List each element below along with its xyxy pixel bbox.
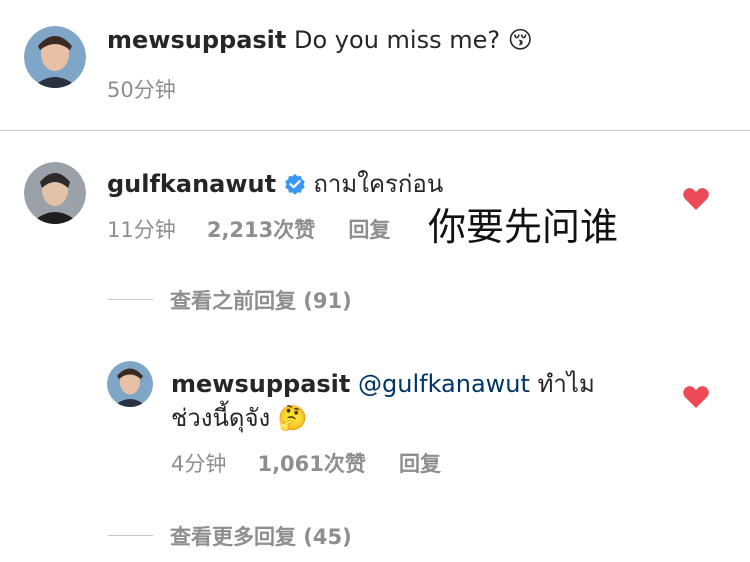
reply-text-1: ทำไม: [537, 370, 595, 398]
reply-time: 4分钟: [171, 452, 227, 476]
comment-username[interactable]: gulfkanawut: [107, 170, 276, 198]
like-heart-icon[interactable]: [682, 186, 710, 212]
caption-avatar[interactable]: [24, 26, 86, 88]
verified-badge-icon: [284, 173, 306, 201]
comment-meta: 11分钟 2,213次赞 回复: [107, 214, 390, 244]
reply-username[interactable]: mewsuppasit: [171, 370, 350, 398]
more-replies-divider-line: [108, 535, 153, 536]
kissing-face-emoji: 😚: [507, 26, 533, 54]
reply-line-2: ช่วงนี้ดุจัง 🤔: [171, 398, 308, 437]
reply-text-2: ช่วงนี้ดุจัง: [171, 404, 271, 432]
comment-line: gulfkanawut ถามใครก่อน: [107, 164, 443, 203]
reply-likes[interactable]: 1,061次赞: [257, 452, 365, 476]
reply-reply-button[interactable]: 回复: [399, 452, 441, 476]
comment-time: 11分钟: [107, 218, 176, 242]
reply-meta: 4分钟 1,061次赞 回复: [171, 448, 441, 478]
reply-mention[interactable]: @gulfkanawut: [358, 370, 530, 398]
reply-avatar[interactable]: [107, 361, 153, 407]
comment-text: ถามใครก่อน: [313, 170, 444, 198]
caption-username[interactable]: mewsuppasit: [107, 26, 286, 54]
view-more-replies[interactable]: 查看更多回复 (45): [170, 521, 352, 551]
caption-text: Do you miss me?: [294, 26, 501, 54]
comment-likes[interactable]: 2,213次赞: [207, 218, 315, 242]
translation-overlay: 你要先问谁: [428, 205, 619, 249]
comment-avatar[interactable]: [24, 162, 86, 224]
caption-line: mewsuppasit Do you miss me? 😚: [107, 26, 533, 54]
thinking-face-emoji: 🤔: [277, 404, 308, 432]
divider: [0, 130, 750, 131]
view-previous-replies[interactable]: 查看之前回复 (91): [170, 285, 352, 315]
reply-like-heart-icon[interactable]: [682, 384, 710, 410]
caption-time: 50分钟: [107, 78, 176, 102]
replies-divider-line: [108, 299, 153, 300]
comment-reply-button[interactable]: 回复: [348, 218, 390, 242]
